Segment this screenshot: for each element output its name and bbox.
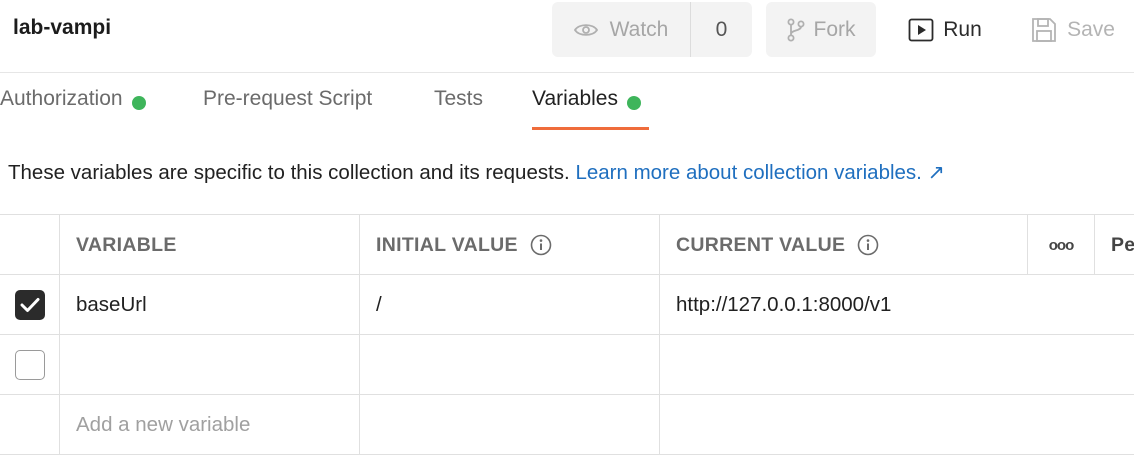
variable-name-cell[interactable] xyxy=(60,335,360,395)
watch-button[interactable]: Watch xyxy=(552,2,690,57)
column-header-initial-value: INITIAL VALUE xyxy=(360,215,660,275)
watch-group: Watch 0 xyxy=(552,2,752,57)
current-value: http://127.0.0.1:8000/v1 xyxy=(676,293,892,316)
table-header-row: VARIABLE INITIAL VALUE CURRENT VALUE ooo… xyxy=(0,215,1134,275)
row-checkbox[interactable] xyxy=(14,350,45,380)
more-options-label: ooo xyxy=(1048,236,1074,254)
fork-icon xyxy=(787,18,804,41)
column-header-label: VARIABLE xyxy=(76,233,177,256)
tab-tests[interactable]: Tests xyxy=(434,87,483,133)
status-dot xyxy=(131,96,146,110)
row-checkbox[interactable] xyxy=(14,290,45,320)
learn-more-link[interactable]: Learn more about collection variables. ↗ xyxy=(575,161,944,184)
eye-icon xyxy=(573,23,598,36)
column-header-persist: Pe xyxy=(1095,215,1134,275)
checkmark-icon xyxy=(20,298,39,312)
column-header-current-value: CURRENT VALUE xyxy=(660,215,1028,275)
fork-button[interactable]: Fork xyxy=(766,2,876,57)
column-header-label: CURRENT VALUE xyxy=(676,233,846,256)
initial-value-cell[interactable] xyxy=(360,395,660,455)
watch-count[interactable]: 0 xyxy=(690,2,752,57)
collection-title: lab-vampi xyxy=(13,16,112,39)
save-icon xyxy=(1032,17,1056,42)
tab-label: Pre-request Script xyxy=(203,87,373,110)
column-header-variable: VARIABLE xyxy=(60,215,360,275)
column-header-label: INITIAL VALUE xyxy=(376,233,518,256)
add-variable-cell[interactable]: Add a new variable xyxy=(60,395,360,455)
info-text: These variables are specific to this col… xyxy=(8,161,570,184)
tab-pre-request-script[interactable]: Pre-request Script xyxy=(203,87,372,133)
tab-label: Variables xyxy=(532,87,618,110)
collection-tabs: Authorization Pre-request Script Tests V… xyxy=(0,73,1134,133)
current-value-cell[interactable]: http://127.0.0.1:8000/v1 xyxy=(660,275,1134,335)
initial-value-cell[interactable] xyxy=(360,335,660,395)
current-value-cell[interactable] xyxy=(660,335,1134,395)
table-row: baseUrl / http://127.0.0.1:8000/v1 xyxy=(0,275,1134,335)
tab-label: Tests xyxy=(434,87,484,110)
table-row: Add a new variable xyxy=(0,395,1134,455)
row-checkbox-cell xyxy=(0,395,60,455)
status-dot xyxy=(627,96,641,110)
run-label: Run xyxy=(943,17,982,41)
variables-info: These variables are specific to this col… xyxy=(8,160,945,185)
run-button[interactable]: Run xyxy=(900,2,990,57)
tab-authorization[interactable]: Authorization xyxy=(0,87,146,133)
more-options-button[interactable]: ooo xyxy=(1028,215,1095,275)
save-button[interactable]: Save xyxy=(1018,2,1128,57)
add-variable-placeholder: Add a new variable xyxy=(76,413,251,436)
info-icon[interactable] xyxy=(530,234,552,256)
collection-header: lab-vampi Watch 0 Fork Run Save xyxy=(0,0,1134,73)
tab-label: Authorization xyxy=(0,87,123,110)
initial-value: / xyxy=(376,293,382,316)
active-tab-underline xyxy=(532,127,649,130)
row-checkbox-cell xyxy=(0,275,60,335)
variable-name-cell[interactable]: baseUrl xyxy=(60,275,360,335)
play-icon xyxy=(908,18,934,41)
initial-value-cell[interactable]: / xyxy=(360,275,660,335)
current-value-cell[interactable] xyxy=(660,395,1134,455)
save-label: Save xyxy=(1067,17,1115,41)
info-icon[interactable] xyxy=(857,234,879,256)
header-checkbox-cell xyxy=(0,215,60,275)
column-header-label: Pe xyxy=(1111,233,1134,256)
row-checkbox-cell xyxy=(0,335,60,395)
watch-label: Watch xyxy=(609,17,669,41)
variable-name: baseUrl xyxy=(76,293,147,316)
fork-label: Fork xyxy=(813,17,856,41)
variables-table: VARIABLE INITIAL VALUE CURRENT VALUE ooo… xyxy=(0,214,1134,455)
table-row xyxy=(0,335,1134,395)
